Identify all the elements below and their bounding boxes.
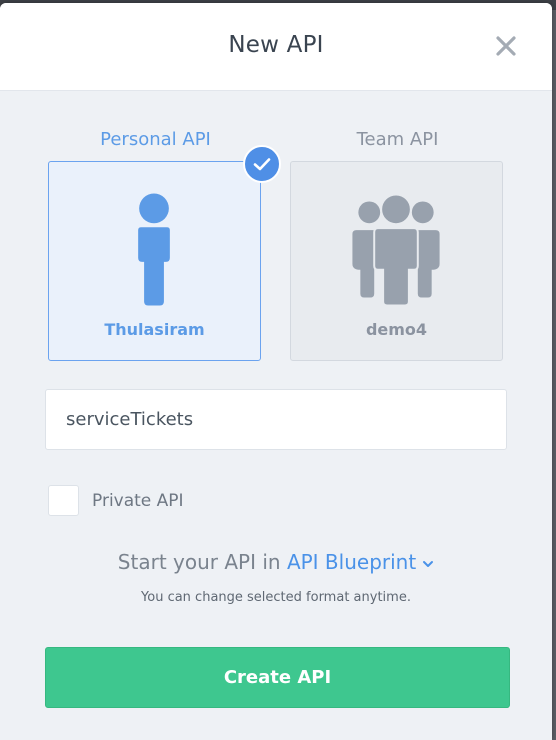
check-icon: [253, 158, 271, 171]
format-prefix: Start your API in: [117, 550, 281, 574]
personal-api-label[interactable]: Personal API: [48, 129, 263, 150]
selected-check-badge: [243, 145, 281, 183]
chevron-down-icon[interactable]: [422, 559, 434, 569]
person-icon: [138, 193, 170, 306]
format-selected[interactable]: API Blueprint: [287, 550, 416, 574]
close-icon[interactable]: [494, 34, 518, 58]
personal-owner-name: Thulasiram: [104, 320, 205, 339]
modal-title: New API: [228, 32, 324, 58]
new-api-modal: New API Personal API Team API Thulasiram…: [0, 3, 552, 740]
format-selector-line: Start your API in API Blueprint: [0, 550, 552, 574]
format-dropdown[interactable]: API Blueprint: [287, 550, 434, 574]
team-api-label[interactable]: Team API: [290, 129, 505, 150]
modal-header: New API: [0, 3, 552, 91]
team-api-card[interactable]: demo4: [290, 161, 503, 361]
format-note: You can change selected format anytime.: [141, 590, 411, 605]
private-api-label[interactable]: Private API: [92, 491, 184, 511]
api-name-input[interactable]: [45, 389, 507, 450]
team-icon: [352, 193, 440, 306]
team-owner-name: demo4: [365, 320, 428, 339]
create-api-button[interactable]: Create API: [45, 647, 510, 708]
private-api-checkbox[interactable]: [48, 485, 79, 516]
personal-api-card[interactable]: Thulasiram: [48, 161, 261, 361]
